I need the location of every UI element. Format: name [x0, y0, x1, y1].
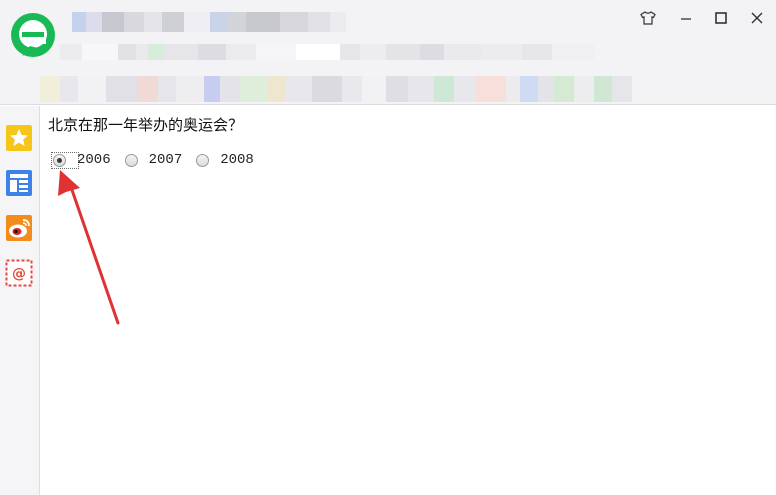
- news-reader-icon: [6, 170, 32, 196]
- maximize-icon: [715, 12, 727, 24]
- skin-icon: [640, 11, 656, 25]
- skin-button[interactable]: [634, 6, 662, 30]
- favorites-star-icon: [6, 125, 32, 151]
- sidebar-item-mail[interactable]: @: [5, 259, 33, 287]
- option-label-2008: 2008: [220, 152, 254, 168]
- sidebar-item-weibo[interactable]: [5, 214, 33, 242]
- option-2006[interactable]: 2006: [51, 151, 111, 169]
- blurred-tab-strip: [72, 12, 346, 32]
- close-icon: [751, 12, 763, 24]
- answer-radio-group: 2006 2007 2008: [51, 151, 268, 169]
- radio-2006[interactable]: [53, 153, 66, 167]
- blurred-bookmarks-bar: [40, 76, 632, 102]
- option-label-2007: 2007: [148, 152, 183, 168]
- option-2007[interactable]: 2007: [124, 152, 183, 168]
- close-button[interactable]: [743, 6, 771, 30]
- weibo-icon: [6, 215, 32, 241]
- browser-logo-icon[interactable]: [8, 10, 58, 60]
- radio-2008[interactable]: [196, 153, 210, 167]
- sidebar: @: [0, 106, 40, 495]
- sidebar-item-favorites[interactable]: [5, 124, 33, 152]
- maximize-button[interactable]: [707, 6, 735, 30]
- question-text: 北京在那一年举办的奥运会？: [48, 116, 244, 134]
- option-2008[interactable]: 2008: [196, 152, 254, 168]
- blurred-address-bar[interactable]: [60, 44, 594, 60]
- option-label-2006: 2006: [77, 152, 111, 168]
- svg-text:@: @: [12, 266, 26, 282]
- sidebar-item-news[interactable]: [5, 169, 33, 197]
- mail-at-icon: @: [5, 259, 33, 287]
- browser-titlebar: [0, 0, 776, 105]
- radio-2007[interactable]: [124, 153, 138, 167]
- minimize-icon: [681, 18, 691, 20]
- minimize-button[interactable]: [672, 6, 700, 30]
